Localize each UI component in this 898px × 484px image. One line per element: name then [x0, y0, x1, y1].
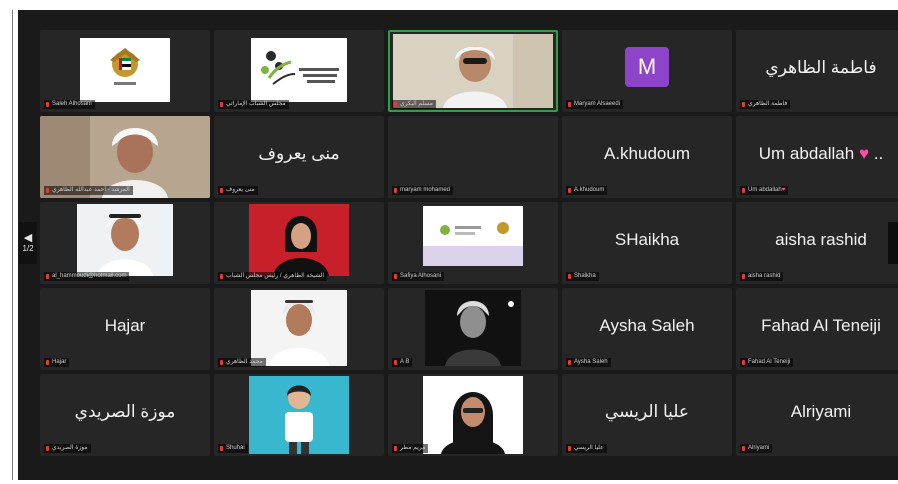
active-speaker-tile[interactable]: مسلم البكري: [388, 30, 558, 112]
participant-tile[interactable]: Aysha Saleh Aysha Saleh: [562, 288, 732, 370]
participant-display-name: Aysha Saleh: [599, 316, 695, 335]
page-indicator: 1/2: [22, 244, 34, 253]
participant-name-tag: مريم مطر: [392, 444, 429, 453]
participant-name-tag: محمد الظاهري: [218, 358, 266, 367]
participant-name-tag: Fahad Al Teneiji: [740, 358, 794, 367]
participant-display-name: aisha rashid: [775, 230, 867, 249]
participant-name-tag: فاطمة الظاهري: [740, 100, 791, 109]
participant-name-tag: aisha rashid: [740, 272, 784, 281]
participant-display-name: Alriyami: [790, 402, 852, 421]
shared-slide-image: [423, 206, 523, 266]
ellipsis-icon: ..: [873, 144, 884, 163]
participant-tile[interactable]: المرشد - أحمد عبدالله الظاهري: [40, 116, 210, 198]
participant-tile[interactable]: A B: [388, 288, 558, 370]
window-edge: [12, 10, 13, 480]
participant-tile[interactable]: Fahad Al Teneiji Fahad Al Teneiji: [736, 288, 898, 370]
participant-tile[interactable]: الشيخة الظاهري / رئيس مجلس الشباب: [214, 202, 384, 284]
participant-name-tag: مسلم البكري: [392, 100, 436, 109]
participant-tile[interactable]: Safiya Alhosani: [388, 202, 558, 284]
participant-gallery: Saleh Alhosani مجلس الشباب الإماراتي مسل…: [40, 30, 898, 456]
participant-name-tag: المرشد - أحمد عبدالله الظاهري: [44, 186, 133, 195]
heart-icon: ♥: [858, 144, 870, 163]
participant-tile[interactable]: محمد الظاهري: [214, 288, 384, 370]
participant-tile[interactable]: فاطمة الظاهري فاطمة الظاهري: [736, 30, 898, 112]
participant-display-name: A.khudoum: [604, 144, 690, 163]
participant-tile[interactable]: SHaikha Shaikha: [562, 202, 732, 284]
participant-name-tag: Shuhai: [218, 444, 248, 453]
chevron-left-icon: ◀: [23, 232, 33, 244]
participant-display-name: Fahad Al Teneiji: [761, 316, 881, 335]
participant-name-tag: موزة الصريدي: [44, 444, 91, 453]
participant-display-name: منى يعروف: [258, 144, 340, 163]
participant-name-tag: Hajar: [44, 358, 70, 367]
participant-video: [251, 290, 347, 366]
participant-name-tag: الشيخة الظاهري / رئيس مجلس الشباب: [218, 272, 328, 281]
participant-name-tag: عليا الريسي: [566, 444, 607, 453]
participant-display-name: عليا الريسي: [604, 402, 690, 421]
participant-tile[interactable]: منى يعروف منى يعروف: [214, 116, 384, 198]
participant-tile[interactable]: Saleh Alhosani: [40, 30, 210, 112]
participant-name-tag: Alriyami: [740, 444, 773, 453]
participant-display-name: Um abdallah ♥ ..: [758, 144, 884, 163]
previous-page-button[interactable]: ◀ 1/2: [19, 222, 37, 264]
participant-name-tag: al_hammoudi@hotmail.com: [44, 272, 130, 281]
participant-video: [423, 376, 523, 454]
next-page-button[interactable]: [888, 222, 898, 264]
participant-name-tag: Maryam Alsaeedi: [566, 100, 624, 109]
avatar-initial: M: [625, 47, 669, 87]
participant-display-name: Hajar: [104, 316, 146, 335]
participant-name-tag: منى يعروف: [218, 186, 258, 195]
council-logo-image: [251, 38, 347, 102]
participant-name-tag: Shaikha: [566, 272, 599, 281]
participant-video: [249, 376, 349, 454]
participant-tile[interactable]: maryam mohamed: [388, 116, 558, 198]
participant-tile[interactable]: M Maryam Alsaeedi: [562, 30, 732, 112]
participant-tile[interactable]: عليا الريسي عليا الريسي: [562, 374, 732, 456]
participant-video: [425, 290, 521, 366]
participant-tile[interactable]: aisha rashid aisha rashid: [736, 202, 898, 284]
participant-name-tag: Aysha Saleh: [566, 358, 611, 367]
participant-tile[interactable]: Shuhai: [214, 374, 384, 456]
heart-icon: ♥: [781, 187, 786, 193]
participant-name-tag: A B: [392, 358, 413, 367]
participant-tile[interactable]: al_hammoudi@hotmail.com: [40, 202, 210, 284]
participant-name-tag: Saleh Alhosani: [44, 100, 95, 109]
participant-name-tag: A.khudoum: [566, 186, 608, 195]
participant-tile[interactable]: A.khudoum A.khudoum: [562, 116, 732, 198]
participant-video: [393, 34, 553, 108]
participant-video: [77, 204, 173, 276]
participant-display-name: موزة الصريدي: [74, 402, 176, 421]
participant-name-tag: Um abdallah♥: [740, 186, 789, 195]
participant-display-name: فاطمة الظاهري: [765, 58, 877, 77]
participant-name-tag: مجلس الشباب الإماراتي: [218, 100, 289, 109]
participant-tile[interactable]: Alriyami Alriyami: [736, 374, 898, 456]
participant-video: [249, 204, 349, 276]
participant-tile[interactable]: Hajar Hajar: [40, 288, 210, 370]
participant-tile[interactable]: مريم مطر: [388, 374, 558, 456]
emblem-image: [80, 38, 170, 102]
meeting-window: Saleh Alhosani مجلس الشباب الإماراتي مسل…: [18, 10, 898, 480]
participant-tile[interactable]: موزة الصريدي موزة الصريدي: [40, 374, 210, 456]
participant-tile[interactable]: Um abdallah ♥ .. Um abdallah♥: [736, 116, 898, 198]
participant-display-name: SHaikha: [614, 230, 680, 249]
participant-tile[interactable]: مجلس الشباب الإماراتي: [214, 30, 384, 112]
participant-name-tag: Safiya Alhosani: [392, 272, 445, 281]
participant-name-tag: maryam mohamed: [392, 186, 454, 195]
